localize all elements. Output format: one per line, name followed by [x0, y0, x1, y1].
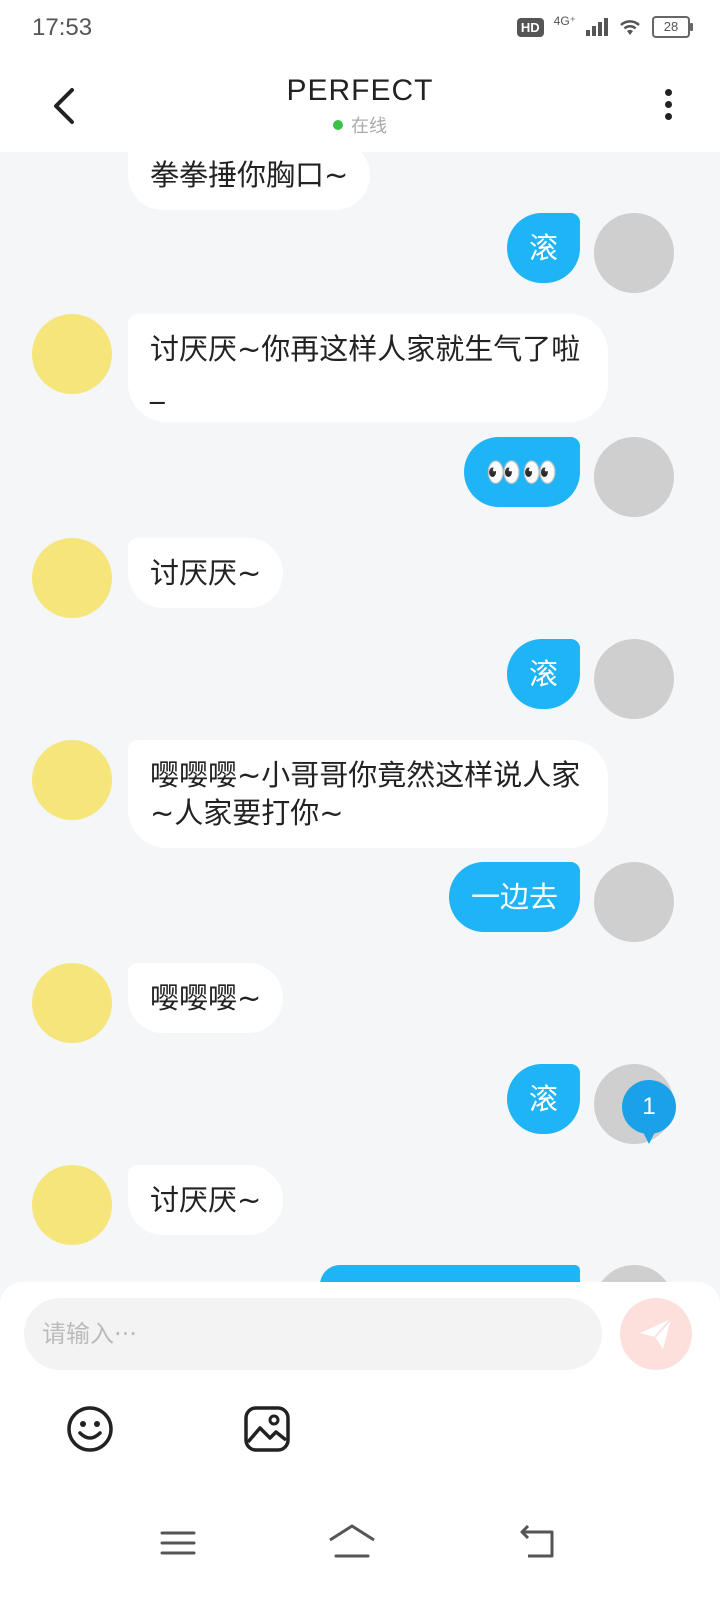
- chat-header: PERFECT 在线: [0, 58, 720, 152]
- message-bubble-incoming[interactable]: 讨厌厌~: [128, 1165, 284, 1235]
- status-bar: 17:53 HD 4G⁺ 28: [0, 0, 720, 58]
- send-icon: [640, 1318, 672, 1349]
- contact-name: PERFECT: [286, 74, 434, 107]
- message-bubble-outgoing[interactable]: 滚: [506, 1064, 580, 1134]
- status-icons: HD 4G⁺ 28: [516, 14, 693, 38]
- message-bubble-incoming[interactable]: 嘤嘤嘤~小哥哥你竟然这样说人家~人家要打你~: [128, 740, 608, 848]
- avatar[interactable]: [594, 213, 674, 293]
- avatar[interactable]: [32, 538, 112, 618]
- back-arrow-icon: [520, 1524, 554, 1558]
- avatar[interactable]: [594, 1265, 674, 1282]
- message-bubble-incoming[interactable]: 讨厌厌~: [128, 538, 284, 608]
- send-button[interactable]: [620, 1298, 692, 1370]
- message-bubble-outgoing[interactable]: 👀👀: [463, 437, 580, 507]
- hd-icon: HD: [516, 17, 544, 37]
- image-icon: [244, 1406, 290, 1452]
- signal-icon: [586, 18, 608, 36]
- emoji-button[interactable]: [65, 1404, 115, 1454]
- avatar[interactable]: [594, 437, 674, 517]
- avatar[interactable]: [594, 862, 674, 942]
- home-icon: [329, 1524, 375, 1558]
- message-bubble-incoming[interactable]: 拳拳捶你胸口~: [128, 152, 371, 210]
- message-bubble-outgoing[interactable]: 一边去: [448, 862, 580, 932]
- title-block: PERFECT 在线: [0, 74, 720, 138]
- nav-menu-button[interactable]: [148, 1518, 208, 1568]
- status-time: 17:53: [32, 14, 93, 41]
- avatar[interactable]: [32, 740, 112, 820]
- network-type: 4G⁺: [553, 14, 576, 28]
- system-nav-bar: [0, 1492, 720, 1600]
- more-options-button[interactable]: [656, 84, 680, 128]
- nav-home-button[interactable]: [322, 1518, 382, 1568]
- smile-icon: [67, 1406, 113, 1452]
- online-dot-icon: [333, 120, 343, 130]
- avatar[interactable]: [32, 1165, 112, 1245]
- image-button[interactable]: [242, 1404, 292, 1454]
- avatar[interactable]: [594, 639, 674, 719]
- message-input[interactable]: [24, 1298, 602, 1370]
- avatar[interactable]: [32, 314, 112, 394]
- composer: [0, 1282, 720, 1492]
- message-bubble-incoming[interactable]: 讨厌厌~你再这样人家就生气了啦_: [128, 314, 608, 422]
- avatar[interactable]: [32, 963, 112, 1043]
- wifi-icon: [620, 20, 640, 35]
- more-vertical-icon: [664, 89, 672, 96]
- battery-icon: 28: [652, 16, 693, 38]
- menu-icon: [160, 1531, 196, 1555]
- message-bubble-outgoing[interactable]: [320, 1265, 580, 1282]
- nav-back-button[interactable]: [508, 1518, 568, 1568]
- unread-count-badge[interactable]: 1: [622, 1080, 676, 1144]
- message-bubble-outgoing[interactable]: 滚: [506, 639, 580, 709]
- online-status-text: 在线: [351, 116, 387, 137]
- message-bubble-outgoing[interactable]: 滚: [506, 213, 580, 283]
- message-bubble-incoming[interactable]: 嘤嘤嘤~: [128, 963, 284, 1033]
- online-status: 在线: [0, 112, 720, 138]
- message-list[interactable]: 拳拳捶你胸口~ 滚 讨厌厌~你再这样人家就生气了啦_ 👀👀 讨厌厌~ 滚 嘤嘤嘤…: [0, 152, 720, 1282]
